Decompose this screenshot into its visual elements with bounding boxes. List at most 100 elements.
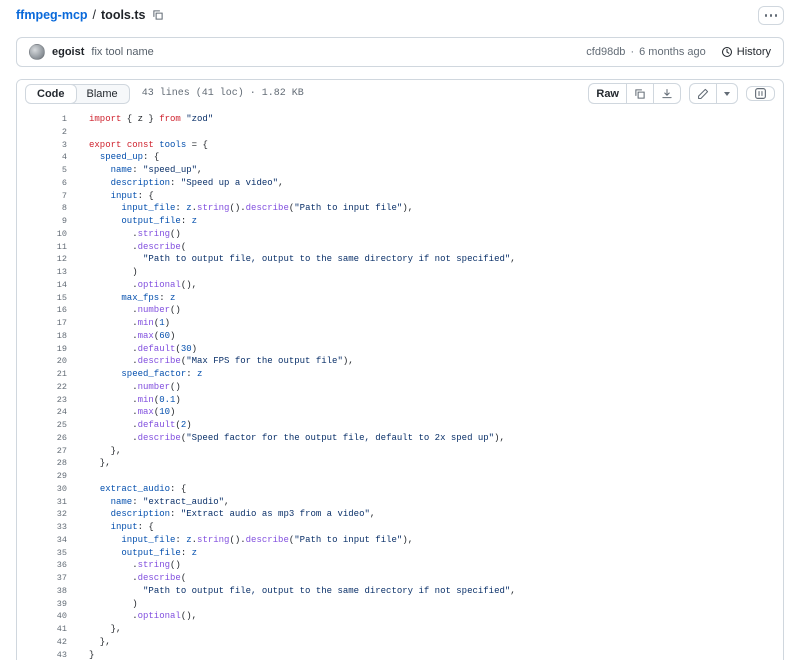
tab-blame[interactable]: Blame	[76, 85, 129, 103]
line-number[interactable]: 27	[17, 445, 67, 458]
author-avatar[interactable]	[29, 44, 45, 60]
code-viewer[interactable]: 1import { z } from "zod"23export const t…	[17, 107, 783, 660]
line-number[interactable]: 20	[17, 355, 67, 368]
line-content: output_file: z	[67, 215, 197, 228]
line-number[interactable]: 42	[17, 636, 67, 649]
raw-button[interactable]: Raw	[588, 83, 626, 104]
line-content: import { z } from "zod"	[67, 113, 213, 126]
line-number[interactable]: 41	[17, 623, 67, 636]
line-content: .optional(),	[67, 610, 197, 623]
line-number[interactable]: 43	[17, 649, 67, 660]
line-number[interactable]: 12	[17, 253, 67, 266]
code-line: 13 )	[17, 266, 783, 279]
edit-group	[689, 83, 738, 104]
code-line: 24 .max(10)	[17, 406, 783, 419]
line-number[interactable]: 40	[17, 610, 67, 623]
line-content: speed_up: {	[67, 151, 159, 164]
history-link[interactable]: History	[721, 46, 771, 58]
symbols-panel-button[interactable]	[746, 86, 775, 101]
commit-hash-link[interactable]: cfd98db	[586, 46, 625, 58]
line-number[interactable]: 35	[17, 547, 67, 560]
code-line: 28 },	[17, 457, 783, 470]
line-number[interactable]: 19	[17, 343, 67, 356]
code-line: 16 .number()	[17, 304, 783, 317]
code-line: 15 max_fps: z	[17, 292, 783, 305]
line-content: },	[67, 636, 111, 649]
copy-raw-button[interactable]	[626, 83, 653, 104]
symbols-icon	[754, 87, 767, 100]
line-number[interactable]: 25	[17, 419, 67, 432]
line-number[interactable]: 23	[17, 394, 67, 407]
line-number[interactable]: 33	[17, 521, 67, 534]
line-content: input_file: z.string().describe("Path to…	[67, 202, 413, 215]
download-button[interactable]	[653, 83, 681, 104]
code-line: 34 input_file: z.string().describe("Path…	[17, 534, 783, 547]
file-info-text: 43 lines (41 loc) · 1.82 KB	[142, 88, 304, 99]
code-line: 43}	[17, 649, 783, 660]
line-content: "Path to output file, output to the same…	[67, 585, 516, 598]
line-number[interactable]: 32	[17, 508, 67, 521]
line-number[interactable]: 11	[17, 241, 67, 254]
line-content: name: "extract_audio",	[67, 496, 229, 509]
code-line: 18 .max(60)	[17, 330, 783, 343]
line-content: description: "Speed up a video",	[67, 177, 283, 190]
line-number[interactable]: 5	[17, 164, 67, 177]
edit-dropdown-button[interactable]	[716, 83, 738, 104]
line-number[interactable]: 34	[17, 534, 67, 547]
line-number[interactable]: 21	[17, 368, 67, 381]
line-number[interactable]: 3	[17, 139, 67, 152]
breadcrumb-repo-link[interactable]: ffmpeg-mcp	[16, 8, 88, 22]
github-file-page: ffmpeg-mcp / tools.ts egoist fix tool na…	[0, 0, 800, 660]
commit-message-link[interactable]: fix tool name	[91, 46, 153, 58]
line-content: .min(1)	[67, 317, 170, 330]
line-number[interactable]: 16	[17, 304, 67, 317]
line-number[interactable]: 1	[17, 113, 67, 126]
line-content: description: "Extract audio as mp3 from …	[67, 508, 375, 521]
code-line: 22 .number()	[17, 381, 783, 394]
line-content: .max(60)	[67, 330, 175, 343]
history-label: History	[737, 46, 771, 58]
line-number[interactable]: 18	[17, 330, 67, 343]
line-number[interactable]: 6	[17, 177, 67, 190]
line-number[interactable]: 13	[17, 266, 67, 279]
line-content	[67, 470, 89, 483]
line-number[interactable]: 4	[17, 151, 67, 164]
code-line: 1import { z } from "zod"	[17, 113, 783, 126]
commit-meta-separator: ·	[630, 46, 634, 58]
tab-code[interactable]: Code	[25, 84, 77, 104]
breadcrumb-row: ffmpeg-mcp / tools.ts	[16, 6, 784, 30]
edit-button[interactable]	[689, 83, 716, 104]
line-number[interactable]: 28	[17, 457, 67, 470]
line-number[interactable]: 24	[17, 406, 67, 419]
line-number[interactable]: 36	[17, 559, 67, 572]
line-number[interactable]: 38	[17, 585, 67, 598]
line-number[interactable]: 7	[17, 190, 67, 203]
commit-timestamp: 6 months ago	[639, 46, 706, 58]
line-number[interactable]: 31	[17, 496, 67, 509]
line-number[interactable]: 10	[17, 228, 67, 241]
line-number[interactable]: 9	[17, 215, 67, 228]
line-number[interactable]: 30	[17, 483, 67, 496]
download-icon	[661, 88, 673, 100]
line-number[interactable]: 29	[17, 470, 67, 483]
file-actions: Raw	[588, 83, 775, 104]
line-content: )	[67, 266, 138, 279]
line-number[interactable]: 22	[17, 381, 67, 394]
line-number[interactable]: 14	[17, 279, 67, 292]
copy-path-button[interactable]	[152, 9, 164, 21]
line-content: .optional(),	[67, 279, 197, 292]
line-number[interactable]: 2	[17, 126, 67, 139]
line-content: },	[67, 623, 121, 636]
code-line: 19 .default(30)	[17, 343, 783, 356]
more-options-button[interactable]	[758, 6, 784, 25]
line-number[interactable]: 26	[17, 432, 67, 445]
line-number[interactable]: 8	[17, 202, 67, 215]
line-number[interactable]: 37	[17, 572, 67, 585]
line-number[interactable]: 15	[17, 292, 67, 305]
line-content: .default(30)	[67, 343, 197, 356]
line-number[interactable]: 39	[17, 598, 67, 611]
code-line: 41 },	[17, 623, 783, 636]
line-number[interactable]: 17	[17, 317, 67, 330]
line-content: .number()	[67, 304, 181, 317]
commit-author-link[interactable]: egoist	[52, 46, 84, 58]
